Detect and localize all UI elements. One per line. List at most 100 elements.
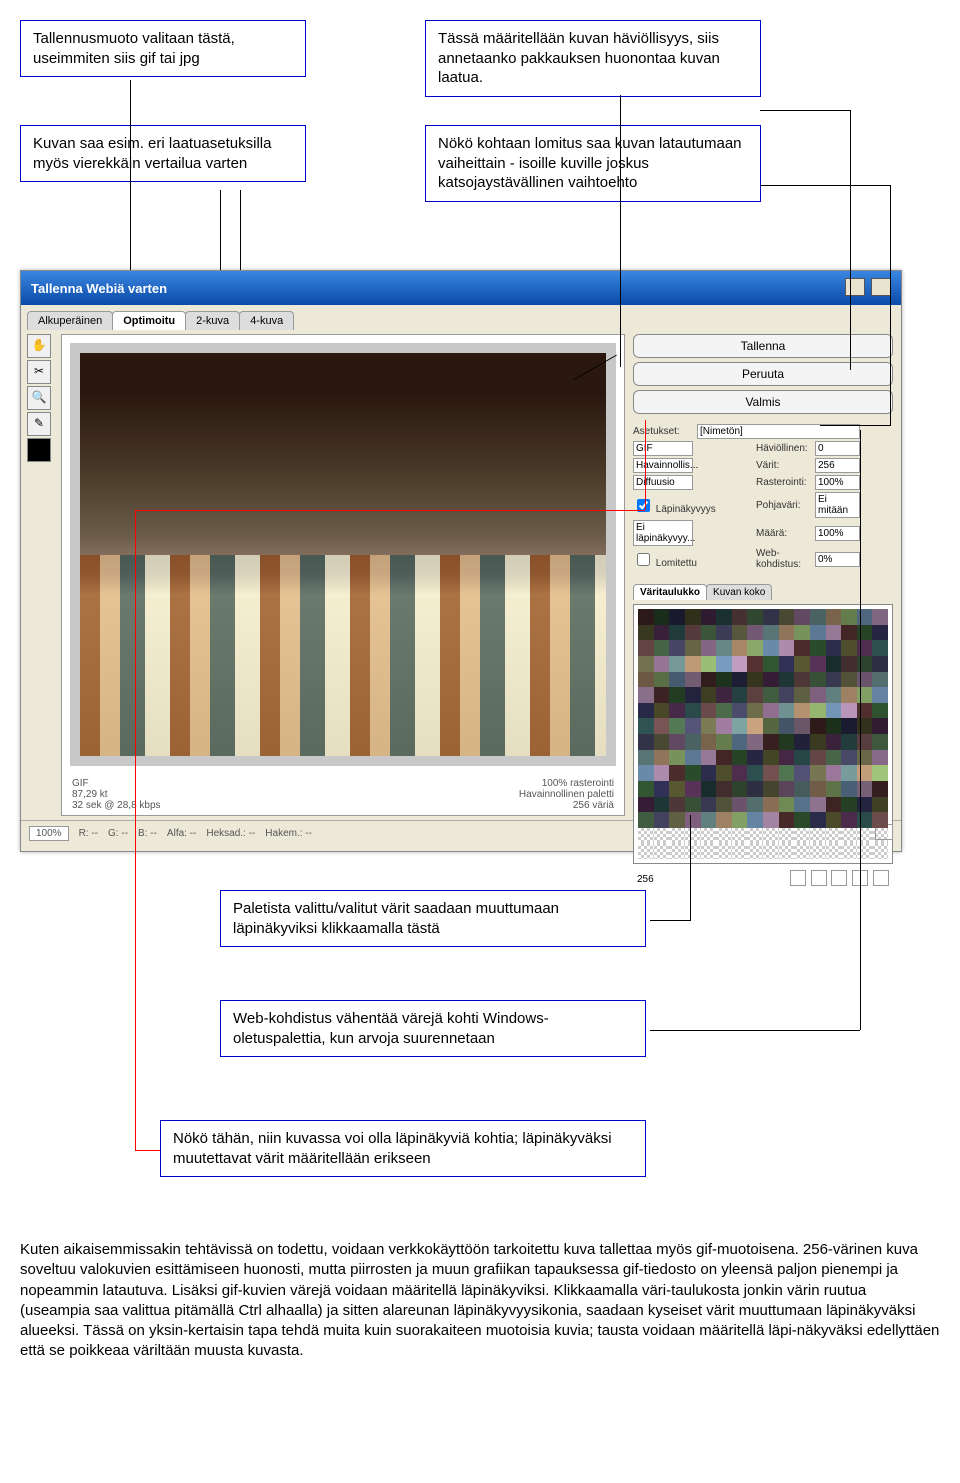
color-swatch-cell[interactable] <box>747 609 763 625</box>
color-swatch-cell[interactable] <box>685 781 701 797</box>
color-swatch-cell[interactable] <box>732 672 748 688</box>
color-swatch-cell[interactable] <box>810 843 826 859</box>
color-swatch-cell[interactable] <box>794 609 810 625</box>
tab-original[interactable]: Alkuperäinen <box>27 311 113 330</box>
color-swatch-cell[interactable] <box>872 734 888 750</box>
color-swatch-cell[interactable] <box>872 687 888 703</box>
color-swatch-cell[interactable] <box>716 812 732 828</box>
preset-select[interactable]: [Nimetön] <box>697 424 860 439</box>
color-swatch-cell[interactable] <box>701 797 717 813</box>
color-swatch-cell[interactable] <box>810 640 826 656</box>
color-swatch-cell[interactable] <box>732 750 748 766</box>
color-swatch-cell[interactable] <box>732 640 748 656</box>
color-swatch-cell[interactable] <box>685 687 701 703</box>
color-swatch-cell[interactable] <box>669 765 685 781</box>
color-swatch-cell[interactable] <box>654 687 670 703</box>
color-swatch-cell[interactable] <box>826 656 842 672</box>
close-icon[interactable] <box>871 278 891 296</box>
color-swatch-cell[interactable] <box>747 625 763 641</box>
color-swatch-cell[interactable] <box>747 672 763 688</box>
color-swatch-cell[interactable] <box>841 672 857 688</box>
websnap-input[interactable]: 0% <box>815 552 860 567</box>
color-swatch-cell[interactable] <box>654 625 670 641</box>
color-swatch-cell[interactable] <box>701 828 717 844</box>
color-swatch-cell[interactable] <box>763 703 779 719</box>
color-swatch-cell[interactable] <box>857 687 873 703</box>
color-swatch-cell[interactable] <box>638 734 654 750</box>
color-swatch-cell[interactable] <box>732 625 748 641</box>
color-swatch-cell[interactable] <box>841 843 857 859</box>
color-swatch-cell[interactable] <box>794 734 810 750</box>
color-swatch-cell[interactable] <box>685 765 701 781</box>
color-swatch-cell[interactable] <box>747 656 763 672</box>
color-swatch-cell[interactable] <box>654 609 670 625</box>
color-swatch-cell[interactable] <box>747 640 763 656</box>
color-swatch-cell[interactable] <box>732 765 748 781</box>
color-swatch-cell[interactable] <box>669 718 685 734</box>
lossy-input[interactable]: 0 <box>815 441 860 456</box>
color-swatch-cell[interactable] <box>638 703 654 719</box>
color-swatch-cell[interactable] <box>826 828 842 844</box>
color-swatch-cell[interactable] <box>716 843 732 859</box>
color-swatch-cell[interactable] <box>685 843 701 859</box>
color-swatch-cell[interactable] <box>857 640 873 656</box>
color-swatch-cell[interactable] <box>841 781 857 797</box>
color-swatch-cell[interactable] <box>669 734 685 750</box>
color-swatch-cell[interactable] <box>841 703 857 719</box>
color-swatch-cell[interactable] <box>794 843 810 859</box>
color-swatch-cell[interactable] <box>779 640 795 656</box>
color-swatch-cell[interactable] <box>841 812 857 828</box>
color-swatch-cell[interactable] <box>747 750 763 766</box>
color-swatch-cell[interactable] <box>654 843 670 859</box>
color-swatch-cell[interactable] <box>872 672 888 688</box>
color-swatch-cell[interactable] <box>716 609 732 625</box>
color-swatch-cell[interactable] <box>794 703 810 719</box>
amount-input[interactable]: 100% <box>815 526 860 541</box>
color-swatch-cell[interactable] <box>638 625 654 641</box>
color-swatch-cell[interactable] <box>763 812 779 828</box>
color-swatch-cell[interactable] <box>779 797 795 813</box>
color-swatch-cell[interactable] <box>872 765 888 781</box>
color-swatch-cell[interactable] <box>654 765 670 781</box>
slice-tool-icon[interactable]: ✂ <box>27 360 51 384</box>
transparency-checkbox[interactable] <box>637 499 650 512</box>
color-swatch-cell[interactable] <box>716 765 732 781</box>
color-swatch-cell[interactable] <box>669 750 685 766</box>
color-swatch-cell[interactable] <box>701 703 717 719</box>
color-swatch-cell[interactable] <box>826 703 842 719</box>
color-swatch-cell[interactable] <box>857 750 873 766</box>
color-swatch-cell[interactable] <box>857 797 873 813</box>
color-swatch-cell[interactable] <box>857 734 873 750</box>
color-swatch-cell[interactable] <box>716 750 732 766</box>
color-swatch-cell[interactable] <box>701 750 717 766</box>
color-swatch-cell[interactable] <box>841 609 857 625</box>
color-swatch-cell[interactable] <box>779 703 795 719</box>
color-swatch-cell[interactable] <box>747 765 763 781</box>
color-swatch-cell[interactable] <box>685 750 701 766</box>
color-swatch-cell[interactable] <box>763 750 779 766</box>
color-swatch-cell[interactable] <box>638 750 654 766</box>
color-swatch-cell[interactable] <box>794 687 810 703</box>
color-swatch-cell[interactable] <box>841 656 857 672</box>
color-swatch-cell[interactable] <box>857 609 873 625</box>
color-swatch-cell[interactable] <box>779 843 795 859</box>
format-select[interactable]: GIF <box>633 441 693 456</box>
color-swatch-cell[interactable] <box>669 812 685 828</box>
color-swatch-cell[interactable] <box>763 765 779 781</box>
color-swatch-cell[interactable] <box>654 750 670 766</box>
color-swatch-cell[interactable] <box>654 812 670 828</box>
color-swatch-cell[interactable] <box>810 828 826 844</box>
color-swatch-cell[interactable] <box>779 718 795 734</box>
color-swatch-cell[interactable] <box>747 828 763 844</box>
color-swatch-cell[interactable] <box>841 765 857 781</box>
color-swatch-cell[interactable] <box>669 781 685 797</box>
color-swatch-cell[interactable] <box>685 625 701 641</box>
color-swatch-cell[interactable] <box>794 812 810 828</box>
color-swatch-cell[interactable] <box>779 828 795 844</box>
color-swatch-cell[interactable] <box>701 765 717 781</box>
color-swatch-cell[interactable] <box>794 750 810 766</box>
color-swatch-cell[interactable] <box>857 781 873 797</box>
color-swatch-cell[interactable] <box>638 843 654 859</box>
color-swatch-cell[interactable] <box>685 797 701 813</box>
color-swatch-cell[interactable] <box>701 609 717 625</box>
